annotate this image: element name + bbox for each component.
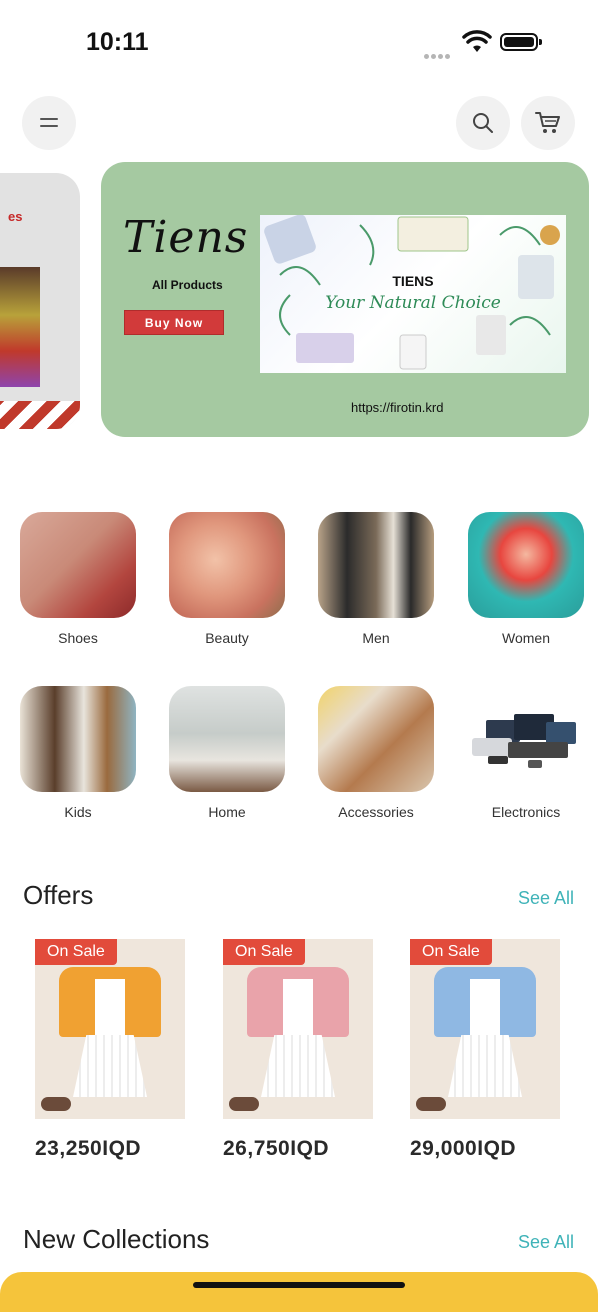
offers-see-all-link[interactable]: See All	[518, 888, 574, 909]
category-label: Accessories	[338, 804, 414, 820]
menu-button[interactable]	[22, 96, 76, 150]
category-shoes[interactable]: Shoes	[19, 512, 137, 646]
category-accessories[interactable]: Accessories	[317, 686, 435, 820]
product-price: 29,000IQD	[410, 1137, 517, 1160]
category-label: Kids	[64, 804, 92, 820]
category-electronics[interactable]: Electronics	[467, 686, 585, 820]
banner-image-slogan: Your Natural Choice	[325, 293, 501, 313]
category-home[interactable]: Home	[168, 686, 286, 820]
product-price: 26,750IQD	[223, 1137, 330, 1160]
electronics-image	[468, 686, 584, 792]
battery-icon	[500, 33, 542, 51]
category-label: Men	[362, 630, 390, 646]
cart-icon	[535, 112, 560, 133]
offer-product-2[interactable]: On Sale 26,750IQD	[223, 939, 373, 1161]
buy-now-button[interactable]: Buy Now	[124, 310, 224, 335]
home-image	[169, 686, 285, 792]
category-label: Home	[208, 804, 246, 820]
category-beauty[interactable]: Beauty	[168, 512, 286, 646]
shoes-image	[20, 512, 136, 618]
new-collections-see-all-link[interactable]: See All	[518, 1232, 574, 1253]
category-label: Women	[502, 630, 550, 646]
signal-dots-icon	[424, 46, 456, 59]
on-sale-badge: On Sale	[223, 939, 305, 965]
category-label: Beauty	[205, 630, 249, 646]
new-collection-card[interactable]	[0, 1272, 598, 1312]
status-time: 10:11	[86, 28, 149, 56]
category-label: Electronics	[491, 804, 561, 820]
banner-product-image: TIENS Your Natural Choice	[260, 215, 566, 373]
offer-product-1[interactable]: On Sale 23,250IQD	[35, 939, 185, 1161]
banner-subtitle: All Products	[152, 278, 223, 292]
product-image: On Sale	[35, 939, 185, 1119]
offer-product-3[interactable]: On Sale 29,000IQD	[410, 939, 560, 1161]
home-indicator[interactable]	[193, 1282, 405, 1288]
banner-image-brand: TIENS	[392, 273, 434, 289]
search-button[interactable]	[456, 96, 510, 150]
tiens-logo: Tiens	[123, 212, 249, 263]
women-image	[468, 512, 584, 618]
offers-title: Offers	[23, 880, 94, 910]
on-sale-badge: On Sale	[35, 939, 117, 965]
search-icon	[473, 113, 493, 133]
menu-icon	[40, 118, 58, 127]
product-price: 23,250IQD	[35, 1137, 142, 1160]
new-collections-title: New Collections	[23, 1224, 210, 1254]
product-image: On Sale	[223, 939, 373, 1119]
category-men[interactable]: Men	[317, 512, 435, 646]
men-image	[318, 512, 434, 618]
banner-url: https://firotin.krd	[351, 400, 444, 415]
banner-previous-text: es	[8, 209, 23, 224]
category-women[interactable]: Women	[467, 512, 585, 646]
banner-previous-stripes	[0, 401, 80, 429]
kids-image	[20, 686, 136, 792]
banner-previous-photo	[0, 267, 40, 387]
banner-previous[interactable]: es	[0, 173, 80, 429]
on-sale-badge: On Sale	[410, 939, 492, 965]
banner-main[interactable]: Tiens All Products Buy Now TIENS Your Na…	[101, 162, 589, 437]
accessories-image	[318, 686, 434, 792]
category-label: Shoes	[58, 630, 98, 646]
beauty-image	[169, 512, 285, 618]
cart-button[interactable]	[521, 96, 575, 150]
category-kids[interactable]: Kids	[19, 686, 137, 820]
wifi-icon	[462, 30, 492, 52]
product-image: On Sale	[410, 939, 560, 1119]
